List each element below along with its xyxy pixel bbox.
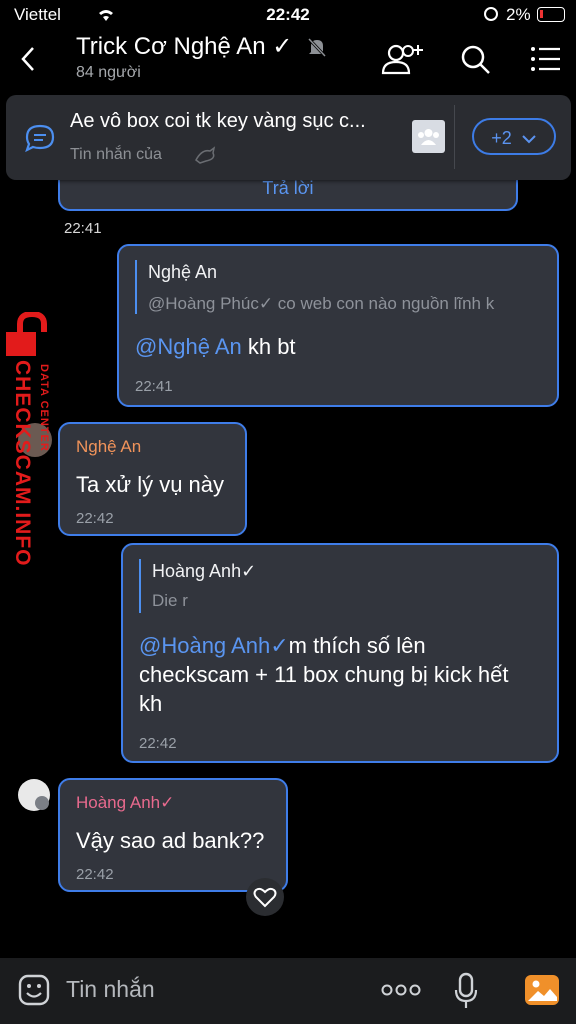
- message-bubble[interactable]: Nghệ An Ta xử lý vụ này 22:42: [58, 422, 247, 536]
- pinned-group-avatar: [412, 120, 445, 153]
- sender-name[interactable]: Nghệ An: [76, 437, 141, 457]
- divider: [454, 105, 455, 169]
- avatar[interactable]: [18, 779, 50, 811]
- quote-text: Die r: [152, 591, 188, 610]
- chat-header: Trick Cơ Nghệ An ✓ 84 người: [0, 28, 576, 90]
- heart-icon: [253, 887, 277, 908]
- message-text: m thích số lên: [288, 633, 426, 658]
- quote-text: @Hoàng Phúc✓ co web con nào nguồn lĩnh k: [148, 294, 495, 313]
- back-icon[interactable]: [20, 46, 36, 72]
- quote-bar: [139, 559, 141, 613]
- message-text: checkscam + 11 box chung bị kick hết: [139, 662, 509, 687]
- message-bubble[interactable]: Hoàng Anh✓ Die r @Hoàng Anh✓m thích số l…: [121, 543, 559, 763]
- mention-link[interactable]: @Hoàng Anh✓: [139, 633, 289, 658]
- mention-link[interactable]: @Nghệ An: [135, 334, 242, 359]
- pinned-subtitle: Tin nhắn của: [70, 146, 162, 163]
- image-gallery-icon[interactable]: [524, 973, 560, 1007]
- watermark-subtext: DATA CENTER: [38, 364, 50, 452]
- menu-icon[interactable]: [530, 46, 562, 72]
- member-count: 84 người: [76, 64, 141, 81]
- reaction-button[interactable]: [246, 878, 284, 916]
- battery-icon: [537, 7, 565, 22]
- more-pinned-button[interactable]: +2: [472, 118, 556, 155]
- message-input-bar: Tin nhắn: [0, 958, 576, 1024]
- quote-author: Nghệ An: [148, 262, 218, 282]
- bird-icon: [195, 146, 216, 164]
- chat-title[interactable]: Trick Cơ Nghệ An ✓: [76, 32, 292, 61]
- message-time: 22:42: [76, 866, 114, 883]
- microphone-icon[interactable]: [454, 972, 478, 1010]
- watermark-text: CHECKSCAM.INFO: [11, 360, 34, 567]
- message-bubble[interactable]: Hoàng Anh✓ Vậy sao ad bank?? 22:42: [58, 778, 288, 892]
- muted-bell-icon: [307, 37, 327, 58]
- sticker-icon[interactable]: [18, 974, 50, 1008]
- message-time: 22:42: [76, 510, 114, 527]
- search-icon[interactable]: [460, 44, 492, 76]
- message-input[interactable]: Tin nhắn: [66, 976, 155, 1003]
- pinned-message-bar[interactable]: Ae vô box coi tk key vàng sục c... Tin n…: [6, 95, 571, 180]
- message-text: kh: [139, 691, 163, 716]
- more-icon[interactable]: [381, 984, 421, 996]
- sender-name[interactable]: Hoàng Anh✓: [76, 793, 174, 813]
- status-bar: Viettel 22:42 2%: [0, 0, 576, 30]
- message-text: Vậy sao ad bank??: [76, 828, 265, 853]
- battery-percent: 2%: [506, 5, 531, 24]
- reply-button[interactable]: Trả lời: [60, 178, 516, 199]
- message-text: Ta xử lý vụ này: [76, 472, 225, 497]
- watermark: CHECKSCAM.INFO DATA CENTER: [4, 310, 60, 592]
- lock-icon: [6, 310, 47, 356]
- chat-bubble-icon: [25, 124, 55, 153]
- add-members-icon[interactable]: [380, 42, 426, 76]
- message-text: kh bt: [241, 334, 296, 359]
- message-bubble[interactable]: Nghệ An @Hoàng Phúc✓ co web con nào nguồ…: [117, 244, 559, 407]
- quote-author: Hoàng Anh✓: [152, 561, 257, 581]
- group-icon: [418, 129, 439, 145]
- previous-timestamp: 22:41: [64, 220, 102, 237]
- chevron-down-icon: [522, 135, 536, 144]
- quote-bar: [135, 260, 137, 314]
- message-time: 22:41: [135, 378, 173, 395]
- orientation-lock-icon: [484, 7, 498, 21]
- more-pinned-label: +2: [491, 128, 512, 148]
- message-time: 22:42: [139, 735, 177, 752]
- pinned-text: Ae vô box coi tk key vàng sục c...: [70, 110, 366, 132]
